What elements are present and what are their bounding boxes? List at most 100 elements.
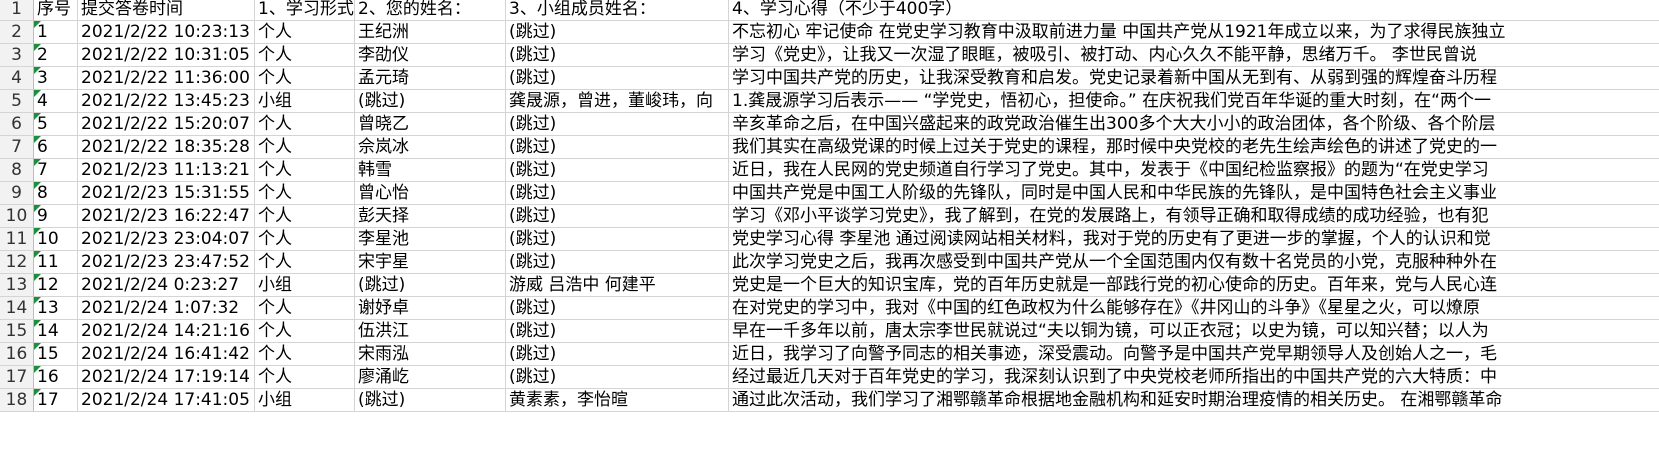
table-cell[interactable]: 黄素素，李怡暄 bbox=[506, 389, 729, 412]
table-cell[interactable]: 韩雪 bbox=[355, 159, 506, 182]
table-cell[interactable]: 个人 bbox=[255, 297, 355, 320]
table-cell[interactable]: 中国共产党是中国工人阶级的先锋队，同时是中国人民和中华民族的先锋队，是中国特色社… bbox=[729, 182, 1659, 205]
table-cell[interactable]: 学习《邓小平谈学习党史》，我了解到，在党的发展路上，有领导正确和取得成绩的成功经… bbox=[729, 205, 1659, 228]
table-cell[interactable]: 2021/2/24 1:07:32 bbox=[78, 297, 255, 320]
spreadsheet-grid[interactable]: 1 序号 提交答卷时间 1、学习形式 2、您的姓名： 3、小组成员姓名： 4、学习心得（不少… bbox=[0, 0, 1659, 449]
table-cell[interactable]: 个人 bbox=[255, 205, 355, 228]
table-cell[interactable]: 9 bbox=[34, 205, 78, 228]
table-cell[interactable]: (跳过) bbox=[355, 274, 506, 297]
table-cell[interactable]: 宋宇星 bbox=[355, 251, 506, 274]
table-cell[interactable]: 此次学习党史之后，我再次感受到中国共产党从一个全国范围内仅有数十名党员的小党，克… bbox=[729, 251, 1659, 274]
table-cell[interactable]: (跳过) bbox=[506, 159, 729, 182]
row-number[interactable]: 17 bbox=[0, 366, 34, 389]
row-number[interactable]: 15 bbox=[0, 320, 34, 343]
table-cell[interactable]: (跳过) bbox=[355, 90, 506, 113]
table-cell[interactable]: 17 bbox=[34, 389, 78, 412]
table-cell[interactable]: (跳过) bbox=[506, 251, 729, 274]
table-cell[interactable]: 王纪洲 bbox=[355, 21, 506, 44]
table-cell[interactable]: 我们其实在高级党课的时候上过关于党史的课程，那时候中央党校的老先生绘声绘色的讲述… bbox=[729, 136, 1659, 159]
table-cell[interactable]: (跳过) bbox=[506, 136, 729, 159]
header-group-members[interactable]: 3、小组成员姓名： bbox=[506, 0, 729, 21]
row-number[interactable]: 2 bbox=[0, 21, 34, 44]
table-cell[interactable]: 个人 bbox=[255, 159, 355, 182]
table-cell[interactable]: (跳过) bbox=[506, 21, 729, 44]
table-cell[interactable]: 15 bbox=[34, 343, 78, 366]
header-seq[interactable]: 序号 bbox=[34, 0, 78, 21]
table-cell[interactable]: 2021/2/22 10:23:13 bbox=[78, 21, 255, 44]
row-number[interactable]: 16 bbox=[0, 343, 34, 366]
header-study-form[interactable]: 1、学习形式 bbox=[255, 0, 355, 21]
table-cell[interactable]: 4 bbox=[34, 90, 78, 113]
row-number[interactable]: 9 bbox=[0, 182, 34, 205]
row-number[interactable]: 4 bbox=[0, 67, 34, 90]
table-cell[interactable]: 龚晟源，曾进，董峻玮，向 bbox=[506, 90, 729, 113]
table-cell[interactable]: 经过最近几天对于百年党史的学习，我深刻认识到了中央党校老师所指出的中国共产党的六… bbox=[729, 366, 1659, 389]
table-cell[interactable]: 伍洪江 bbox=[355, 320, 506, 343]
row-number[interactable]: 14 bbox=[0, 297, 34, 320]
table-cell[interactable]: 2021/2/24 14:21:16 bbox=[78, 320, 255, 343]
table-cell[interactable]: 个人 bbox=[255, 228, 355, 251]
table-cell[interactable]: (跳过) bbox=[355, 389, 506, 412]
table-cell[interactable]: 小组 bbox=[255, 389, 355, 412]
table-cell[interactable]: 8 bbox=[34, 182, 78, 205]
table-cell[interactable]: 2021/2/23 15:31:55 bbox=[78, 182, 255, 205]
table-cell[interactable]: 14 bbox=[34, 320, 78, 343]
table-cell[interactable]: 佘岚冰 bbox=[355, 136, 506, 159]
row-number[interactable]: 18 bbox=[0, 389, 34, 412]
table-cell[interactable]: 5 bbox=[34, 113, 78, 136]
row-number[interactable]: 7 bbox=[0, 136, 34, 159]
table-cell[interactable]: (跳过) bbox=[506, 44, 729, 67]
table-cell[interactable]: 党史学习心得 李星池 通过阅读网站相关材料，我对于党的历史有了更进一步的掌握，个… bbox=[729, 228, 1659, 251]
table-cell[interactable]: 2021/2/24 0:23:27 bbox=[78, 274, 255, 297]
row-number[interactable]: 3 bbox=[0, 44, 34, 67]
table-cell[interactable]: (跳过) bbox=[506, 366, 729, 389]
row-number[interactable]: 8 bbox=[0, 159, 34, 182]
table-cell[interactable]: 11 bbox=[34, 251, 78, 274]
table-cell[interactable]: 近日，我学习了向警予同志的相关事迹，深受震动。向警予是中国共产党早期领导人及创始… bbox=[729, 343, 1659, 366]
table-cell[interactable]: 通过此次活动，我们学习了湘鄂赣革命根据地金融机构和延安时期治理疫情的相关历史。 … bbox=[729, 389, 1659, 412]
table-cell[interactable]: 12 bbox=[34, 274, 78, 297]
table-cell[interactable]: 2021/2/24 17:41:05 bbox=[78, 389, 255, 412]
table-cell[interactable]: 游威 吕浩中 何建平 bbox=[506, 274, 729, 297]
table-cell[interactable]: 2021/2/22 11:36:00 bbox=[78, 67, 255, 90]
table-cell[interactable]: 个人 bbox=[255, 182, 355, 205]
table-cell[interactable]: 个人 bbox=[255, 343, 355, 366]
table-cell[interactable]: 13 bbox=[34, 297, 78, 320]
table-cell[interactable]: 曾晓乙 bbox=[355, 113, 506, 136]
table-cell[interactable]: 个人 bbox=[255, 67, 355, 90]
table-cell[interactable]: 李星池 bbox=[355, 228, 506, 251]
table-cell[interactable]: 2021/2/23 23:47:52 bbox=[78, 251, 255, 274]
table-cell[interactable]: 个人 bbox=[255, 320, 355, 343]
row-number[interactable]: 1 bbox=[0, 0, 34, 21]
table-cell[interactable]: 学习《党史》，让我又一次湿了眼眶，被吸引、被打动、内心久久不能平静，思绪万千。 … bbox=[729, 44, 1659, 67]
table-cell[interactable]: (跳过) bbox=[506, 182, 729, 205]
table-cell[interactable]: 辛亥革命之后，在中国兴盛起来的政党政治催生出300多个大大小小的政治团体，各个阶… bbox=[729, 113, 1659, 136]
table-cell[interactable]: 2021/2/23 11:13:21 bbox=[78, 159, 255, 182]
table-cell[interactable]: (跳过) bbox=[506, 228, 729, 251]
table-cell[interactable]: 个人 bbox=[255, 366, 355, 389]
table-cell[interactable]: 2 bbox=[34, 44, 78, 67]
table-cell[interactable]: (跳过) bbox=[506, 113, 729, 136]
table-cell[interactable]: 小组 bbox=[255, 90, 355, 113]
table-cell[interactable]: 党史是一个巨大的知识宝库，党的百年历史就是一部践行党的初心使命的历史。百年来，党… bbox=[729, 274, 1659, 297]
table-cell[interactable]: 2021/2/24 17:19:14 bbox=[78, 366, 255, 389]
table-cell[interactable]: 谢妤卓 bbox=[355, 297, 506, 320]
table-cell[interactable]: 2021/2/22 18:35:28 bbox=[78, 136, 255, 159]
table-cell[interactable]: 小组 bbox=[255, 274, 355, 297]
table-cell[interactable]: 学习中国共产党的历史，让我深受教育和启发。党史记录着新中国从无到有、从弱到强的辉… bbox=[729, 67, 1659, 90]
table-cell[interactable]: 2021/2/23 23:04:07 bbox=[78, 228, 255, 251]
row-number[interactable]: 10 bbox=[0, 205, 34, 228]
table-cell[interactable]: 个人 bbox=[255, 113, 355, 136]
table-cell[interactable]: 3 bbox=[34, 67, 78, 90]
header-name[interactable]: 2、您的姓名： bbox=[355, 0, 506, 21]
table-cell[interactable]: 孟元琦 bbox=[355, 67, 506, 90]
table-cell[interactable]: 6 bbox=[34, 136, 78, 159]
table-cell[interactable]: 廖涌屹 bbox=[355, 366, 506, 389]
row-number[interactable]: 11 bbox=[0, 228, 34, 251]
header-submit-time[interactable]: 提交答卷时间 bbox=[78, 0, 255, 21]
table-cell[interactable]: 个人 bbox=[255, 251, 355, 274]
table-cell[interactable]: 1 bbox=[34, 21, 78, 44]
table-cell[interactable]: 个人 bbox=[255, 44, 355, 67]
table-cell[interactable]: (跳过) bbox=[506, 205, 729, 228]
table-cell[interactable]: 2021/2/22 15:20:07 bbox=[78, 113, 255, 136]
